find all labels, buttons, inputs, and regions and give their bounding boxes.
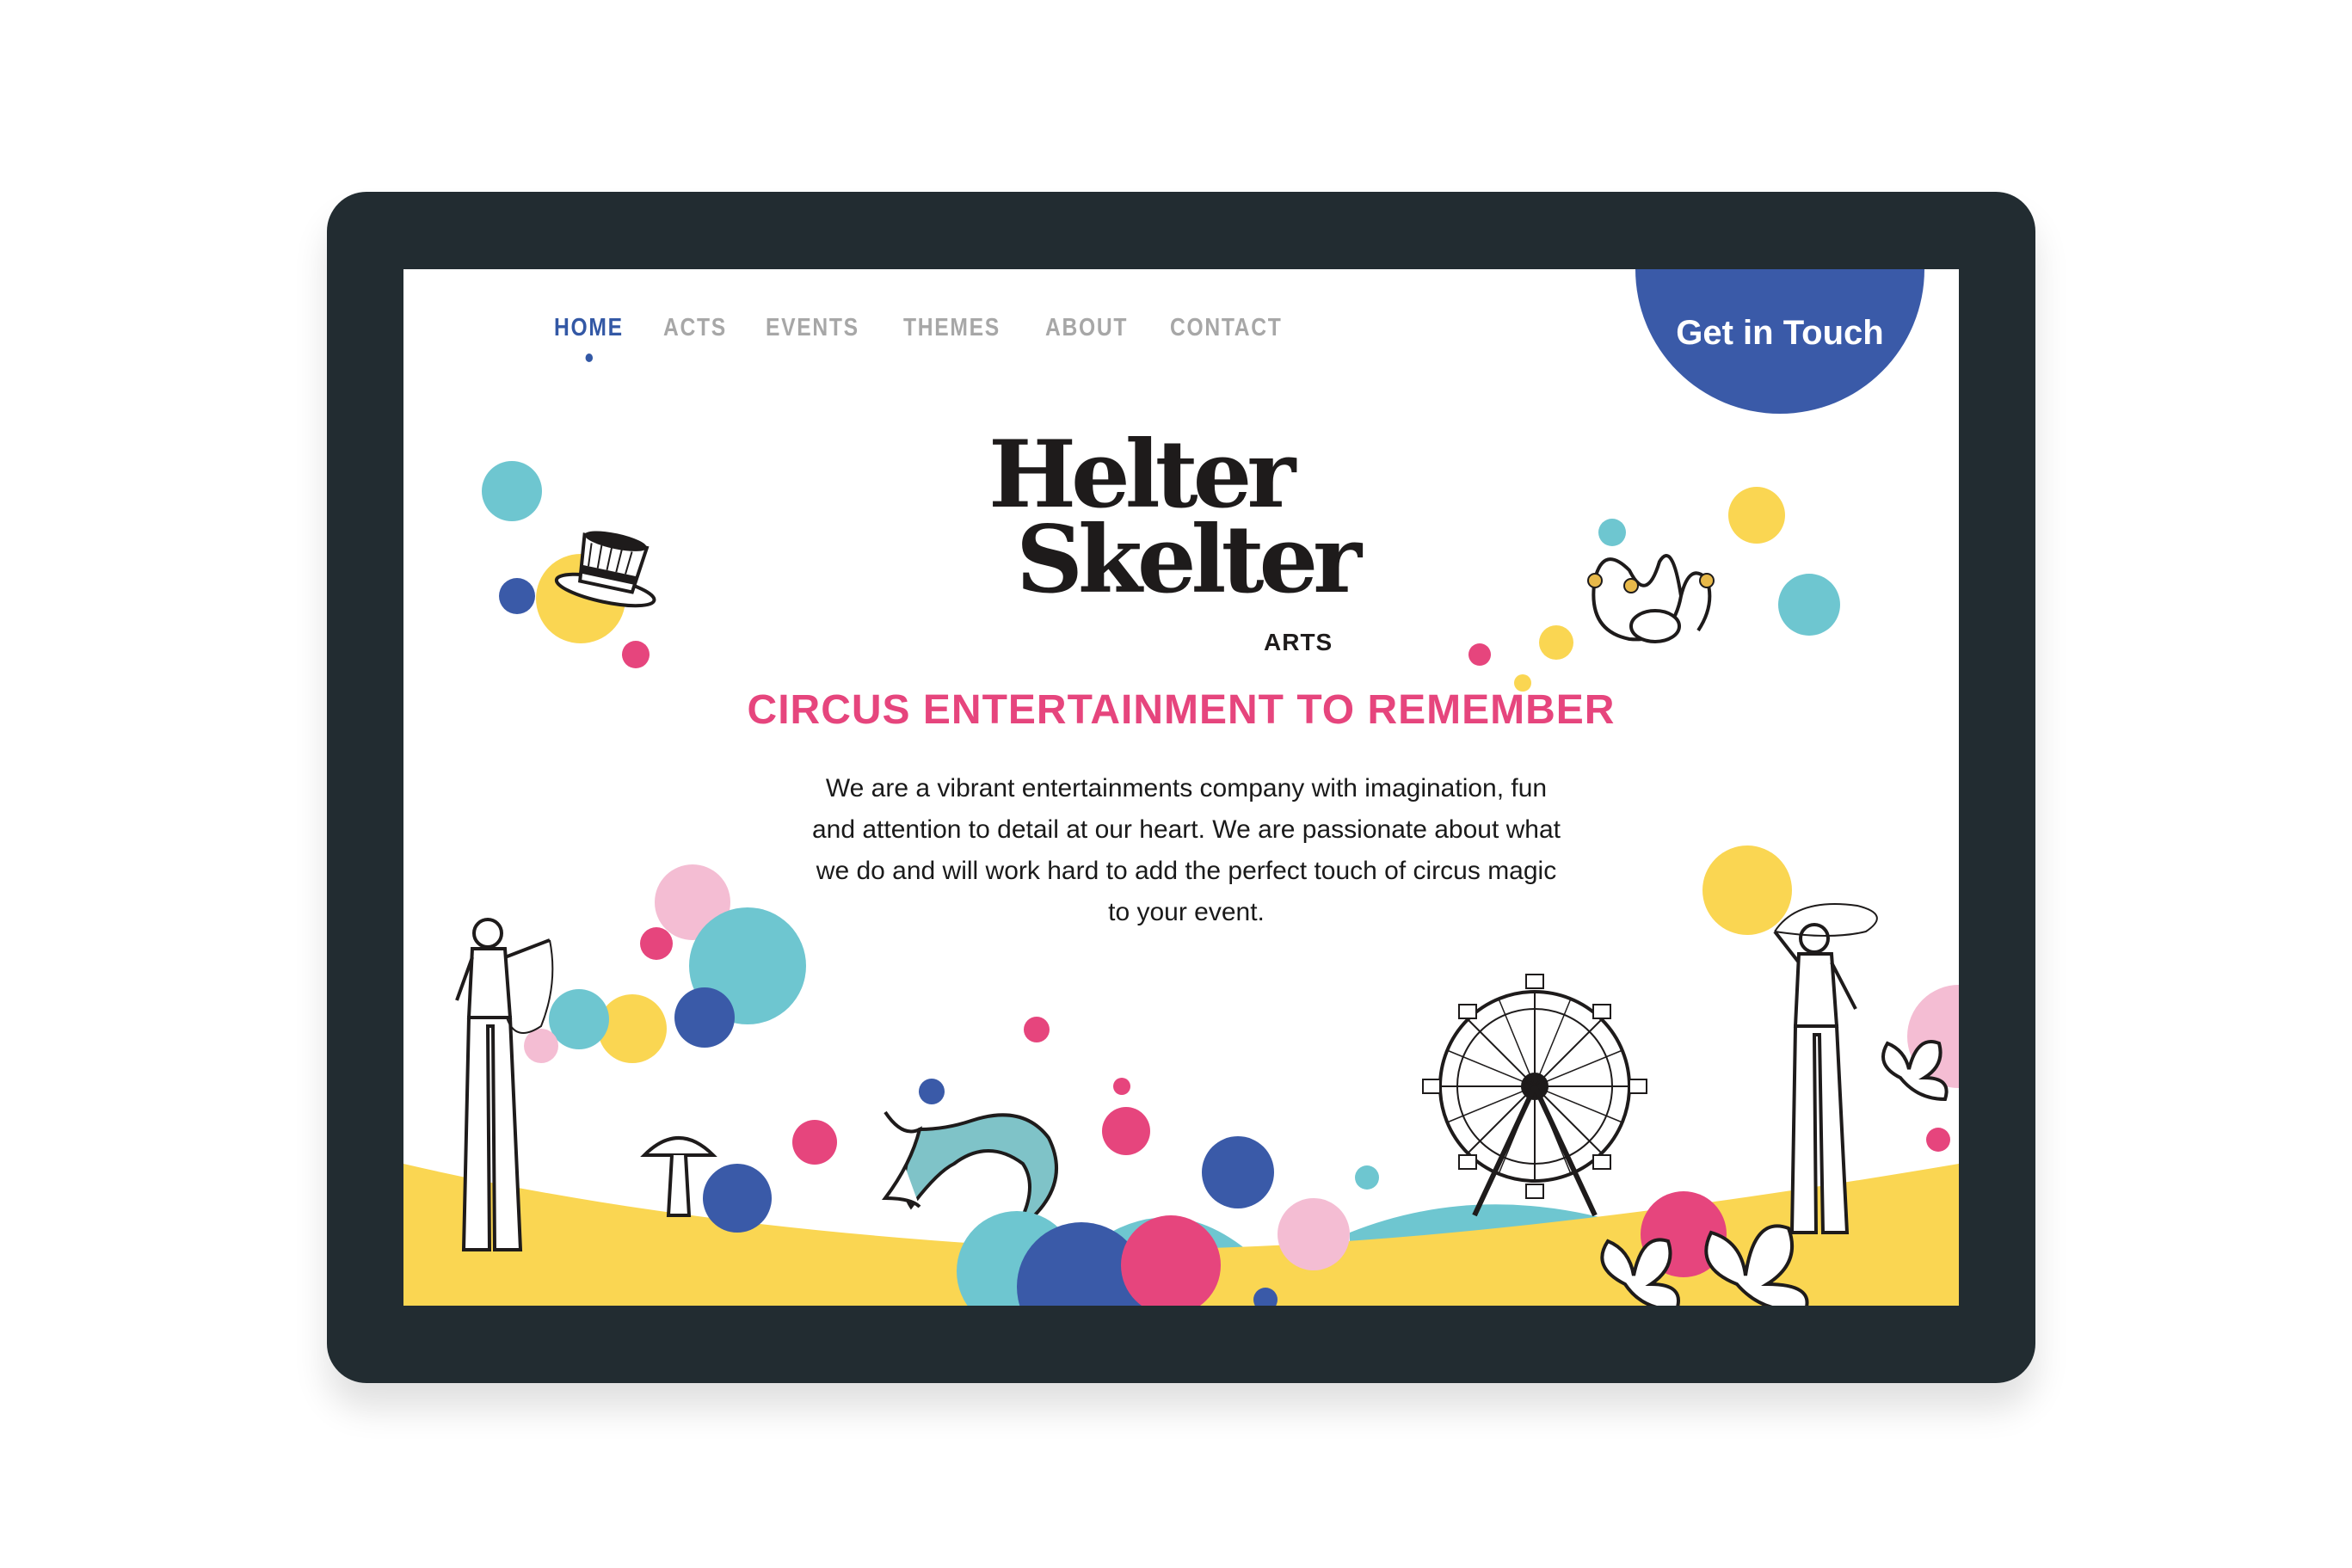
website-screen: HOME ACTS EVENTS THEMES ABOUT CONTACT Ge… xyxy=(403,269,1959,1306)
logo-line-skelter: Skelter xyxy=(1016,506,1362,615)
mushroom-icon xyxy=(640,1136,717,1217)
nav-item-label: THEMES xyxy=(902,314,1001,341)
bubble xyxy=(1202,1136,1274,1208)
bubble xyxy=(792,1120,837,1165)
nav-item-label: ABOUT xyxy=(1044,314,1128,341)
bubble xyxy=(1355,1165,1379,1190)
bubble xyxy=(1728,487,1785,544)
nav-item-about[interactable]: ABOUT xyxy=(1045,314,1128,342)
bubble xyxy=(622,641,650,668)
bubble xyxy=(499,578,535,614)
ferris-wheel-icon xyxy=(1422,974,1647,1217)
bubble xyxy=(1468,643,1491,666)
bubble xyxy=(1778,574,1840,636)
jester-hat-icon xyxy=(1587,554,1715,643)
active-indicator-dot xyxy=(585,354,593,362)
bubble xyxy=(1102,1107,1150,1155)
nav-item-themes[interactable]: THEMES xyxy=(903,314,1001,342)
bubble xyxy=(1539,625,1573,660)
bubble xyxy=(524,1029,558,1063)
nav-item-acts[interactable]: ACTS xyxy=(663,314,727,342)
bubble xyxy=(1598,519,1626,546)
bubble xyxy=(919,1079,945,1104)
nav-item-label: ACTS xyxy=(663,314,727,341)
bubble xyxy=(1278,1198,1350,1270)
nav-item-label: CONTACT xyxy=(1169,314,1283,341)
helter-skelter-logo: Helter Skelter xyxy=(988,428,1393,615)
bubble xyxy=(1113,1078,1130,1095)
bubble xyxy=(1926,1128,1950,1152)
nav-item-home[interactable]: HOME xyxy=(554,314,624,362)
bubble xyxy=(549,989,609,1049)
bubble xyxy=(674,987,735,1048)
nav-item-label: EVENTS xyxy=(765,314,859,341)
nav-item-contact[interactable]: CONTACT xyxy=(1170,314,1283,342)
bubble xyxy=(703,1164,772,1233)
bubble xyxy=(1024,1017,1050,1042)
get-in-touch-label: Get in Touch xyxy=(1676,314,1884,352)
bubble xyxy=(482,461,542,521)
hero-tagline: CIRCUS ENTERTAINMENT TO REMEMBER xyxy=(747,687,1616,733)
main-nav: HOME ACTS EVENTS THEMES ABOUT CONTACT xyxy=(554,314,1302,362)
logo-sub-arts: ARTS xyxy=(1264,629,1333,655)
nav-item-label: HOME xyxy=(554,314,624,341)
nav-item-events[interactable]: EVENTS xyxy=(766,314,859,342)
bubble xyxy=(640,927,673,960)
hero-intro-text: We are a vibrant entertainments company … xyxy=(811,774,1561,926)
bubble xyxy=(1702,845,1792,935)
bubble xyxy=(598,994,667,1063)
